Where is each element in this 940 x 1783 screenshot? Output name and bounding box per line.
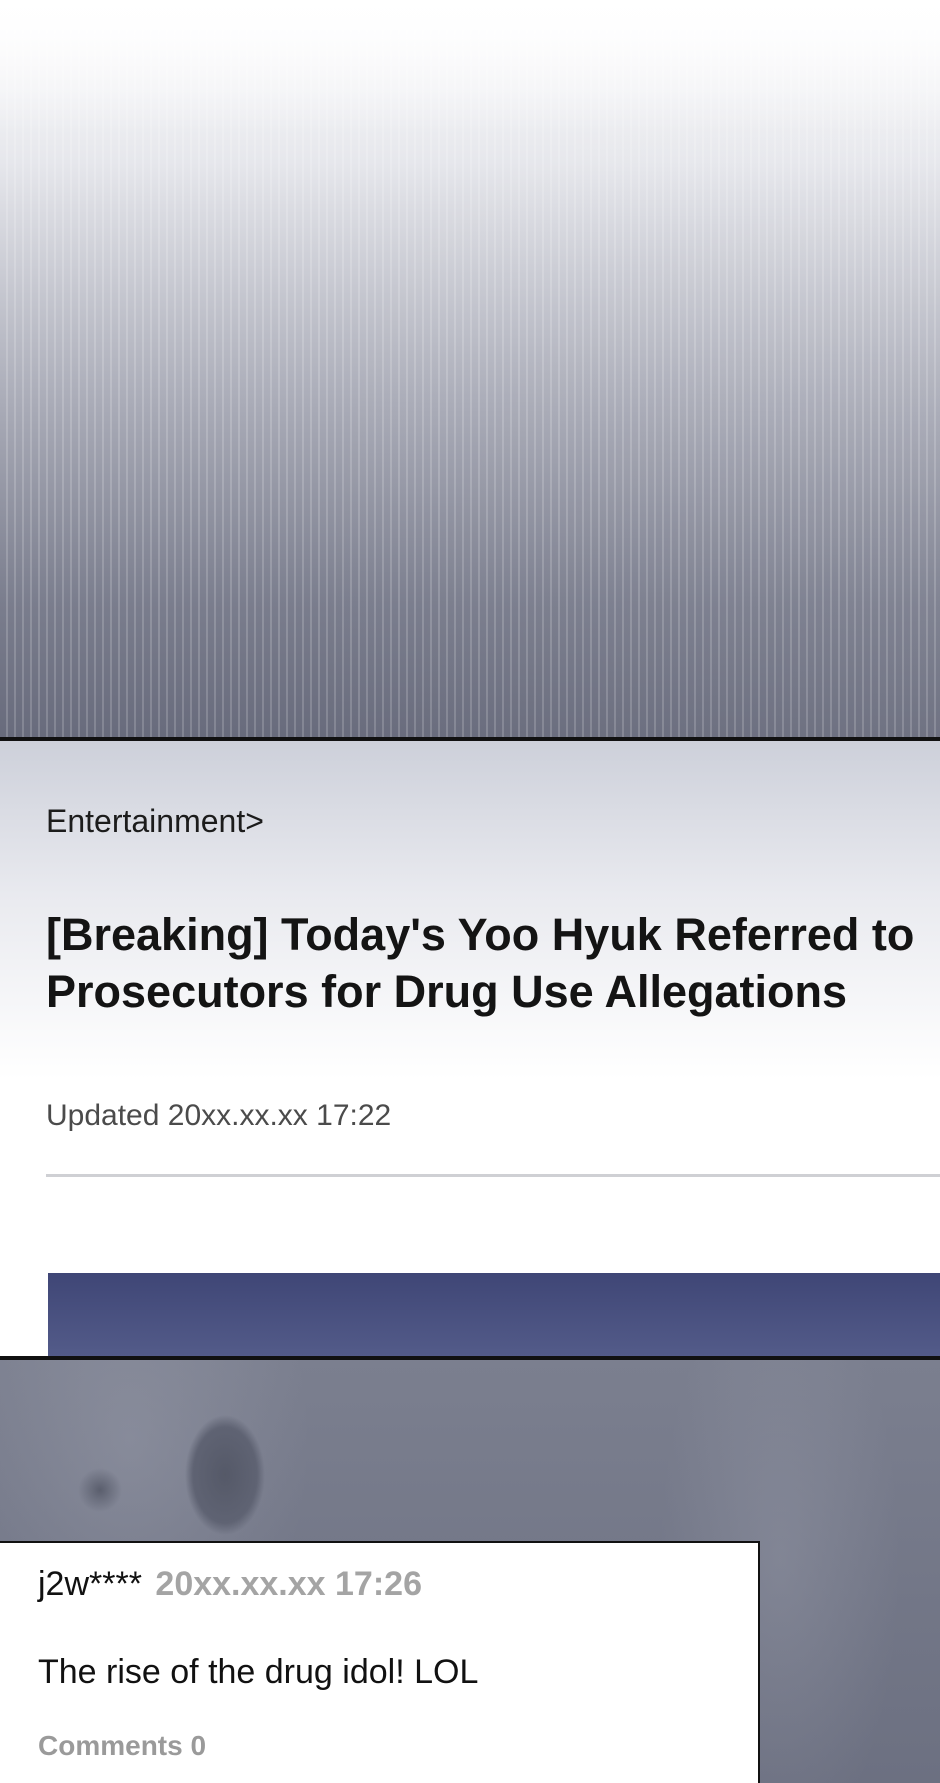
comment-timestamp: 20xx.xx.xx 17:26 <box>155 1565 422 1603</box>
headline-line-2: Prosecutors for Drug Use Allegations <box>46 966 847 1017</box>
article-category-link[interactable]: Entertainment> <box>46 803 264 840</box>
comment-replies-link[interactable]: Comments 0 <box>38 1730 206 1762</box>
comment-username[interactable]: j2w**** <box>38 1565 142 1603</box>
textured-background-panel: j2w**** 20xx.xx.xx 17:26 The rise of the… <box>0 1360 940 1783</box>
comment-body: The rise of the drug idol! LOL <box>38 1653 479 1691</box>
comment-card: j2w**** 20xx.xx.xx 17:26 The rise of the… <box>0 1541 760 1783</box>
speed-lines-overlay <box>0 0 940 737</box>
article-updated-timestamp: Updated 20xx.xx.xx 17:22 <box>46 1099 392 1132</box>
article-divider <box>46 1174 940 1177</box>
article-image <box>48 1273 940 1356</box>
article-headline: [Breaking] Today's Yoo Hyuk Referred to … <box>46 906 940 1020</box>
news-article-panel: Entertainment> [Breaking] Today's Yoo Hy… <box>0 741 940 1356</box>
comment-header: j2w**** 20xx.xx.xx 17:26 <box>38 1565 422 1604</box>
headline-line-1: [Breaking] Today's Yoo Hyuk Referred to <box>46 909 915 960</box>
speed-lines-panel <box>0 0 940 737</box>
